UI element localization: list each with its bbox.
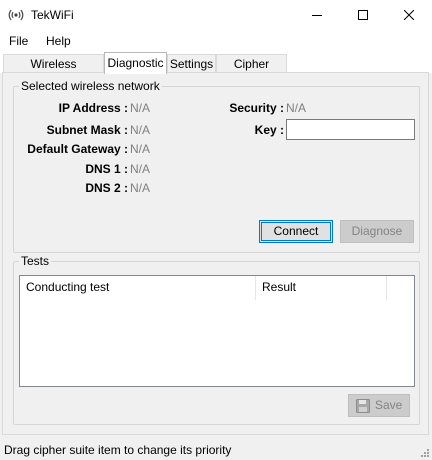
tab-wireless-networks[interactable]: Wireless Networks <box>3 54 104 89</box>
tests-list[interactable]: Conducting test Result <box>19 275 415 387</box>
dns1-label: DNS 1 : <box>85 162 128 176</box>
subnet-mask-label: Subnet Mask : <box>46 123 128 137</box>
column-separator[interactable] <box>386 276 387 300</box>
tab-cipher-suites[interactable]: Cipher Suites <box>216 54 287 89</box>
tests-group: Tests Conducting test Result Save <box>13 254 420 425</box>
status-bar: Drag cipher suite item to change its pri… <box>0 438 432 460</box>
maximize-icon <box>358 10 368 20</box>
wifi-icon <box>8 9 24 21</box>
diagnose-button[interactable]: Diagnose <box>340 220 414 243</box>
tests-group-title: Tests <box>19 254 52 268</box>
close-icon <box>404 10 414 20</box>
ip-address-value: N/A <box>130 101 151 115</box>
minimize-icon <box>312 15 322 16</box>
close-button[interactable] <box>386 0 432 31</box>
selected-network-group-title: Selected wireless network <box>19 79 162 93</box>
diagnostic-tab-page: Selected wireless network IP Address : N… <box>2 72 429 435</box>
tab-strip: Wireless Networks Diagnostic Settings Ci… <box>0 51 432 89</box>
dns2-label: DNS 2 : <box>85 181 128 195</box>
menu-help[interactable]: Help <box>46 34 71 48</box>
dns2-value: N/A <box>130 181 151 195</box>
security-label: Security : <box>229 101 284 115</box>
resize-grip-icon[interactable] <box>419 447 430 458</box>
selected-network-group: Selected wireless network IP Address : N… <box>13 79 420 253</box>
key-input[interactable] <box>286 119 415 140</box>
tab-diagnostic[interactable]: Diagnostic <box>104 52 167 74</box>
title-bar: TekWiFi <box>0 0 432 31</box>
security-value: N/A <box>286 101 307 115</box>
column-header-result[interactable]: Result <box>256 276 386 300</box>
column-header-conducting-test[interactable]: Conducting test <box>20 276 255 300</box>
menu-bar: File Help <box>0 31 432 51</box>
floppy-disk-icon <box>356 399 370 413</box>
maximize-button[interactable] <box>340 0 386 31</box>
save-button-label: Save <box>375 398 403 412</box>
default-gateway-value: N/A <box>130 142 151 156</box>
status-text: Drag cipher suite item to change its pri… <box>4 443 232 457</box>
key-label: Key : <box>254 123 284 137</box>
save-button[interactable]: Save <box>348 394 410 417</box>
window-title: TekWiFi <box>31 8 74 22</box>
connect-button[interactable]: Connect <box>259 220 333 243</box>
default-gateway-label: Default Gateway : <box>27 142 128 156</box>
minimize-button[interactable] <box>294 0 340 31</box>
tab-settings[interactable]: Settings <box>167 54 216 74</box>
subnet-mask-value: N/A <box>130 123 151 137</box>
dns1-value: N/A <box>130 162 151 176</box>
ip-address-label: IP Address : <box>58 101 128 115</box>
menu-file[interactable]: File <box>9 34 28 48</box>
